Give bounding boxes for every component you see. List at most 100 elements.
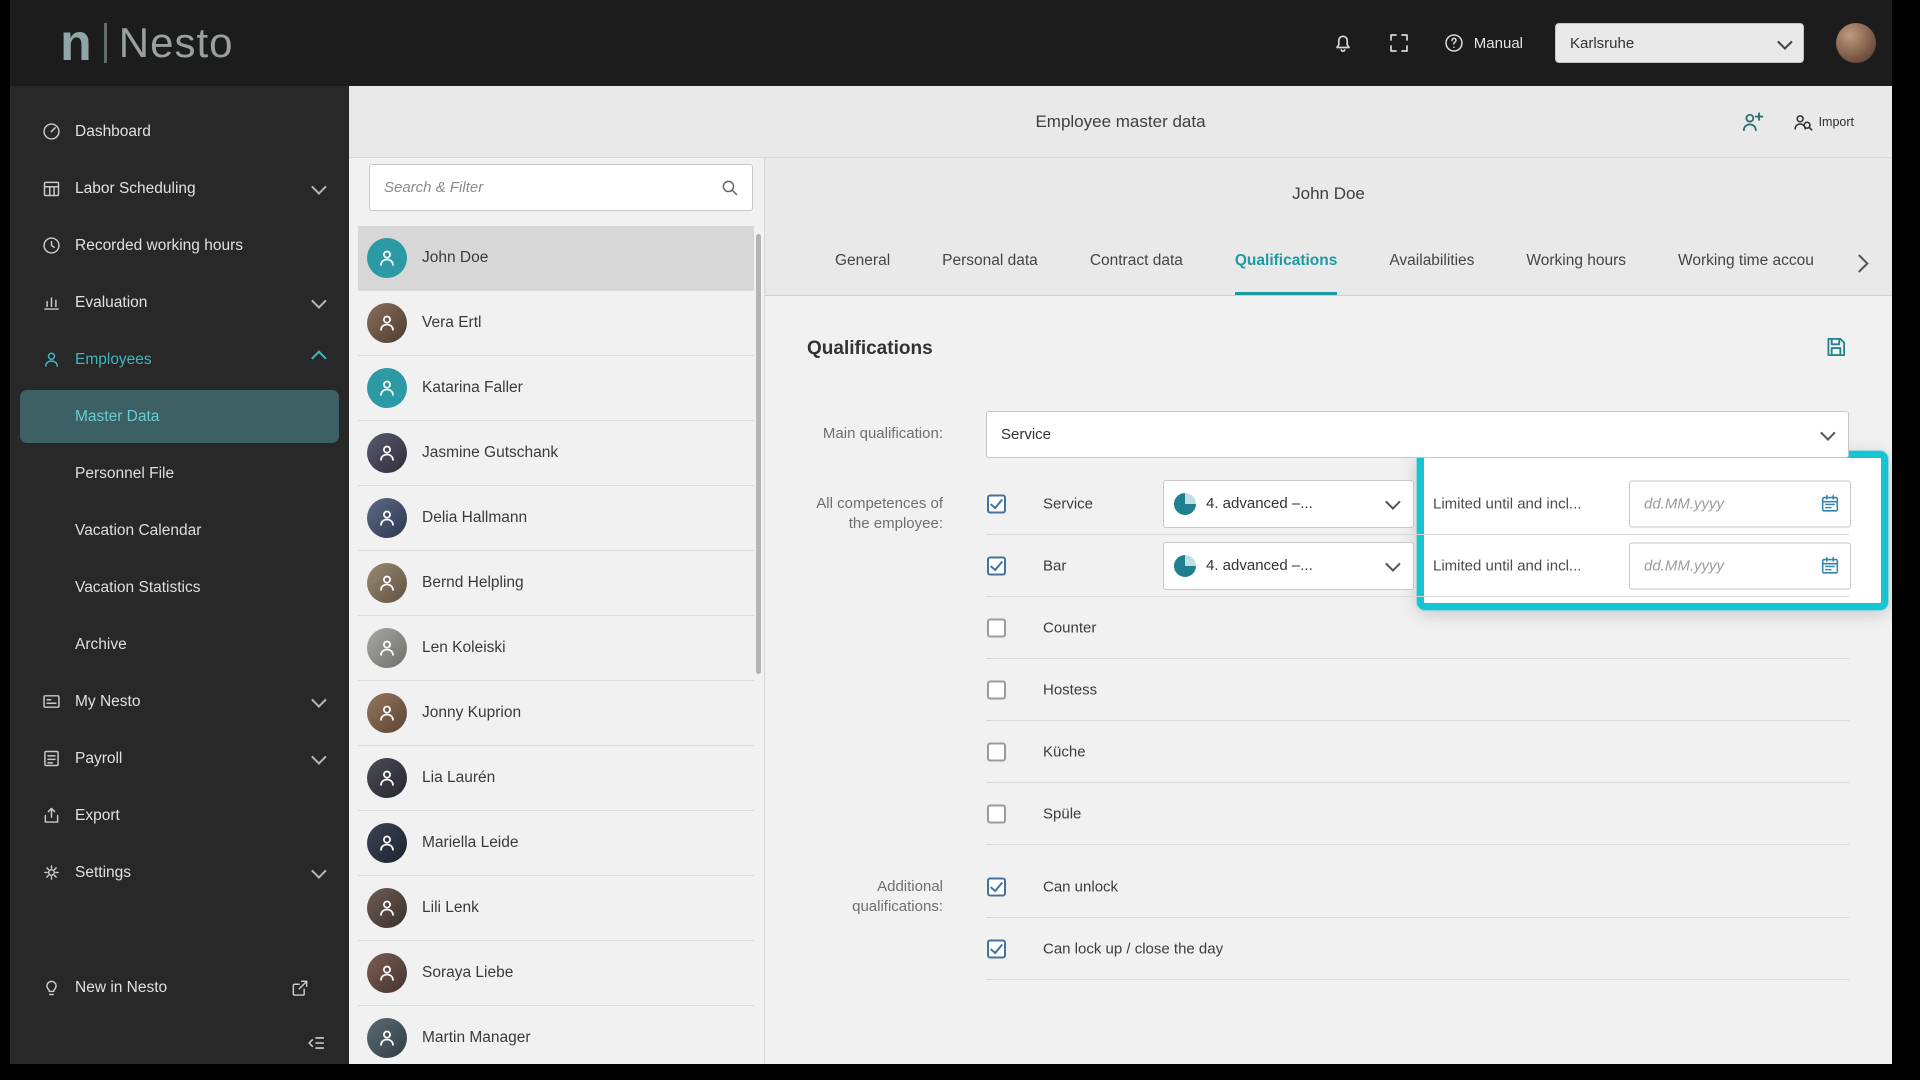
employee-name: Len Koleiski [422,639,506,656]
avatar [367,238,407,278]
service-limited-date-input[interactable] [1642,494,1810,513]
sidebar-item-labor-scheduling[interactable]: Labor Scheduling [10,160,349,217]
sidebar-item-master-data[interactable]: Master Data [20,390,339,443]
tab-working-time-account[interactable]: Working time accou [1678,230,1814,295]
search-input[interactable] [370,165,752,210]
spuele-checkbox[interactable] [987,804,1006,823]
employee-list-item[interactable]: Lia Laurén [358,746,754,811]
employee-detail-panel: John Doe General Personal data Contract … [765,158,1892,1064]
list-scrollbar[interactable] [756,234,761,674]
counter-checkbox[interactable] [987,618,1006,637]
detail-tabs: General Personal data Contract data Qual… [765,230,1892,296]
app-window: n Nesto Manual Karlsruhe Dashboard Labor… [10,0,1892,1064]
sidebar-item-personnel-file[interactable]: Personnel File [10,445,349,502]
additional-row-can-unlock: Can unlock [986,856,1849,918]
fullscreen-icon[interactable] [1387,31,1411,55]
tab-general[interactable]: General [835,230,890,295]
employee-list-item[interactable]: John Doe [358,226,754,291]
employee-name: Lili Lenk [422,899,479,916]
employee-list-item[interactable]: Delia Hallmann [358,486,754,551]
employee-list-item[interactable]: Vera Ertl [358,291,754,356]
sidebar-item-my-nesto[interactable]: My Nesto [10,673,349,730]
sidebar-item-new-in-nesto[interactable]: New in Nesto [10,959,349,1016]
search-icon[interactable] [719,177,740,198]
employee-list-item[interactable]: Lili Lenk [358,876,754,941]
service-limited-date-field [1629,480,1851,527]
screen: n Nesto Manual Karlsruhe Dashboard Labor… [0,0,1920,1080]
brand-n-glyph: n [60,14,92,72]
location-select[interactable]: Karlsruhe [1555,23,1804,63]
document-icon [41,748,62,769]
tab-availabilities[interactable]: Availabilities [1389,230,1474,295]
tab-working-hours[interactable]: Working hours [1526,230,1626,295]
sidebar-item-vacation-calendar[interactable]: Vacation Calendar [10,502,349,559]
save-icon[interactable] [1823,334,1849,360]
employee-list-item[interactable]: Mariella Leide [358,811,754,876]
brand-logo: n Nesto [60,17,233,69]
can-lock-up-checkbox[interactable] [987,939,1006,958]
tab-personal-data[interactable]: Personal data [942,230,1038,295]
employee-list-item[interactable]: Soraya Liebe [358,941,754,1006]
tab-qualifications[interactable]: Qualifications [1234,230,1338,295]
main-qualification-label: Main qualification: [822,425,943,443]
sidebar-item-employees[interactable]: Employees [10,331,349,388]
employee-list-item[interactable]: Jasmine Gutschank [358,421,754,486]
competence-row-hostess: Hostess [986,659,1849,721]
clock-icon [41,235,62,256]
chevron-down-icon [1385,556,1401,572]
sidebar-label: Master Data [75,407,160,425]
bar-level-select[interactable]: 4. advanced –... [1163,541,1414,590]
brand-divider [103,23,107,63]
import-label: Import [1818,114,1854,129]
calendar-icon[interactable] [1819,493,1841,515]
main-qualification-value: Service [1001,426,1052,443]
employee-list-item[interactable]: Katarina Faller [358,356,754,421]
service-checkbox[interactable] [987,494,1006,513]
sidebar-item-dashboard[interactable]: Dashboard [10,103,349,160]
can-unlock-checkbox[interactable] [987,877,1006,896]
import-button[interactable]: Import [1791,111,1854,133]
add-employee-icon[interactable] [1739,109,1765,135]
user-avatar[interactable] [1836,23,1876,63]
hostess-checkbox[interactable] [987,680,1006,699]
collapse-sidebar-icon[interactable] [305,1032,327,1054]
bar-checkbox[interactable] [987,556,1006,575]
avatar [367,888,407,928]
employee-list-item[interactable]: Len Koleiski [358,616,754,681]
sidebar-label: Employees [75,350,152,368]
sidebar-item-export[interactable]: Export [10,787,349,844]
employee-list-item[interactable]: Bernd Helpling [358,551,754,616]
sidebar-item-settings[interactable]: Settings [10,844,349,901]
sidebar-label: Labor Scheduling [75,179,196,197]
kueche-checkbox[interactable] [987,742,1006,761]
limited-until-label: Limited until and incl... [1433,557,1582,574]
sidebar-item-vacation-statistics[interactable]: Vacation Statistics [10,559,349,616]
main-qualification-select[interactable]: Service [986,411,1849,458]
employee-list: John Doe Vera Ertl Katarina Faller Jasmi… [349,226,764,1064]
employees-person-icon [41,349,62,370]
chevron-down-icon [311,293,327,309]
sidebar-item-archive[interactable]: Archive [10,616,349,673]
sidebar-label: Vacation Calendar [75,521,202,539]
service-level-select[interactable]: 4. advanced –... [1163,479,1414,528]
bar-limited-date-input[interactable] [1642,556,1810,575]
sidebar-item-evaluation[interactable]: Evaluation [10,274,349,331]
additional-label: Can lock up / close the day [1043,940,1224,957]
manual-link[interactable]: Manual [1443,32,1523,54]
employee-list-item[interactable]: Martin Manager [358,1006,754,1064]
lightbulb-icon [41,977,62,998]
tabs-overflow-chevron-icon[interactable] [1850,254,1869,273]
sidebar-label: Recorded working hours [75,236,244,254]
employee-list-item[interactable]: Jonny Kuprion [358,681,754,746]
avatar [367,498,407,538]
main-area: Employee master data Import Search & Fil… [349,86,1892,1064]
manual-label: Manual [1473,34,1523,52]
avatar [367,433,407,473]
sidebar-label: Evaluation [75,293,148,311]
calendar-icon[interactable] [1819,555,1841,577]
tab-contract-data[interactable]: Contract data [1090,230,1183,295]
sidebar-item-payroll[interactable]: Payroll [10,730,349,787]
competence-label: Küche [1043,743,1086,760]
sidebar-item-recorded-working-hours[interactable]: Recorded working hours [10,217,349,274]
notifications-bell-icon[interactable] [1331,31,1355,55]
